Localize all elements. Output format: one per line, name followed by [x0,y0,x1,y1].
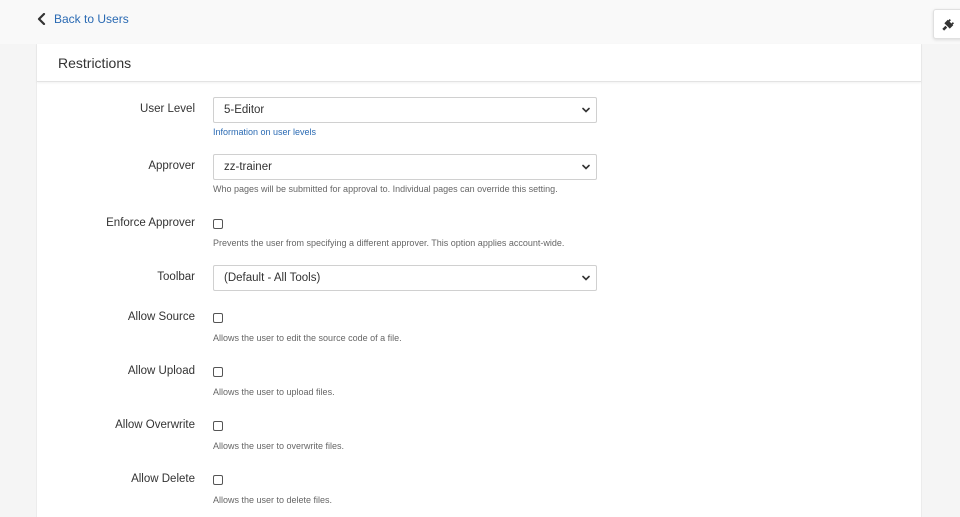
user-levels-info-link[interactable]: Information on user levels [213,127,316,137]
allow-delete-checkbox[interactable] [213,475,223,485]
toolbar-select[interactable]: (Default - All Tools) [213,265,597,291]
approver-help: Who pages will be submitted for approval… [213,184,558,194]
user-level-label: User Level [140,103,195,115]
back-to-users-link[interactable]: Back to Users [37,12,129,26]
enforce-approver-checkbox[interactable] [213,219,223,229]
approver-value: zz-trainer [224,161,272,173]
top-bar: Back to Users [0,0,960,44]
panel-header: Restrictions [37,44,921,82]
allow-delete-help: Allows the user to delete files. [213,495,333,505]
allow-delete-label: Allow Delete [131,473,195,485]
allow-overwrite-label: Allow Overwrite [115,419,195,431]
allow-source-label: Allow Source [127,311,195,323]
allow-source-checkbox[interactable] [213,313,223,323]
allow-upload-label: Allow Upload [127,365,195,377]
user-level-value: 5-Editor [224,104,265,116]
enforce-approver-label: Enforce Approver [106,217,195,229]
plug-icon [942,18,955,31]
chevron-down-icon [582,164,590,170]
allow-overwrite-checkbox[interactable] [213,421,223,431]
restrictions-panel: Restrictions User Level 5-Editor Informa… [36,44,922,517]
panel-title: Restrictions [58,54,132,71]
approver-label: Approver [148,160,195,172]
approver-select[interactable]: zz-trainer [213,154,597,180]
toolbar-value: (Default - All Tools) [224,272,321,284]
back-link-label: Back to Users [54,12,129,26]
allow-overwrite-help: Allows the user to overwrite files. [213,441,345,451]
chevron-down-icon [582,107,590,113]
chevron-left-icon [37,13,46,25]
toolbar-label: Toolbar [157,271,195,283]
allow-source-help: Allows the user to edit the source code … [213,333,402,343]
plugin-button[interactable] [933,9,960,39]
enforce-approver-help: Prevents the user from specifying a diff… [213,238,565,248]
allow-upload-checkbox[interactable] [213,367,223,377]
chevron-down-icon [582,275,590,281]
allow-upload-help: Allows the user to upload files. [213,387,335,397]
user-level-select[interactable]: 5-Editor [213,97,597,123]
